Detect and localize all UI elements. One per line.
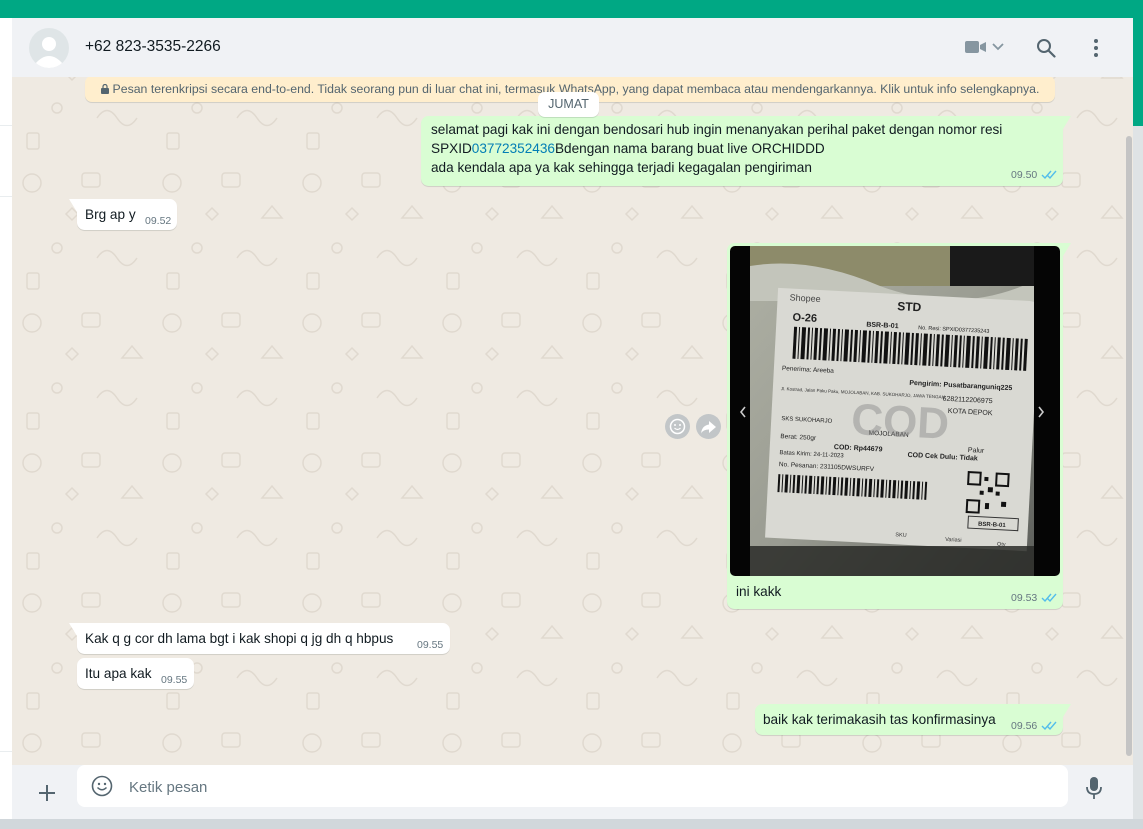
emoji-icon <box>669 418 686 435</box>
date-divider: JUMAT <box>538 92 599 117</box>
message-input[interactable] <box>127 776 1031 798</box>
contact-name[interactable]: +62 823-3535-2266 <box>85 38 221 56</box>
message-incoming[interactable]: Itu apa kak 09.55 <box>77 658 194 689</box>
message-incoming[interactable]: Brg ap y 09.52 <box>69 199 177 230</box>
menu-icon[interactable] <box>1093 38 1099 58</box>
chat-header: +62 823-3535-2266 <box>12 18 1133 77</box>
message-time: 09.52 <box>145 215 172 227</box>
message-input-box[interactable] <box>77 765 1068 807</box>
message-text: Itu apa kak <box>85 666 152 681</box>
chevron-right-icon[interactable] <box>1037 406 1045 418</box>
image-caption: ini kakk <box>736 584 782 599</box>
message-time: 09.55 <box>161 674 188 686</box>
chevron-down-icon[interactable] <box>992 43 1004 51</box>
message-text: Brg ap y <box>85 207 136 222</box>
message-outgoing[interactable]: baik kak terimakasih tas konfirmasinya 0… <box>755 704 1071 735</box>
message-text-line: selamat pagi kak ini dengan bendosari hu… <box>431 122 1003 137</box>
message-text: Kak q g cor dh lama bgt i kak shopi q jg… <box>85 631 394 646</box>
message-text: Bdengan nama barang buat live ORCHIDDD <box>554 141 825 156</box>
message-outgoing-image[interactable]: Shopee STD O-26 BSR-B-01 No. Resi: SPXID… <box>727 243 1071 609</box>
message-text: baik kak terimakasih tas konfirmasinya <box>763 712 996 727</box>
read-ticks-icon <box>1041 170 1057 180</box>
react-emoji-button[interactable] <box>665 414 690 439</box>
label-brand: Shopee <box>789 292 821 304</box>
scrollbar[interactable] <box>1126 136 1132 756</box>
label-variant: Variasi <box>945 537 962 544</box>
search-icon[interactable] <box>1036 38 1056 58</box>
chat-panel: +62 823-3535-2266 Pesan terenkripsi seca… <box>12 18 1133 819</box>
emoji-icon[interactable] <box>91 775 113 797</box>
forward-button[interactable] <box>696 414 721 439</box>
lock-icon <box>100 83 109 94</box>
bottom-strip <box>0 819 1143 829</box>
message-time: 09.50 <box>1011 169 1038 181</box>
right-edge <box>1133 126 1143 819</box>
shipping-label-photo[interactable]: Shopee STD O-26 BSR-B-01 No. Resi: SPXID… <box>730 246 1060 576</box>
label-sku: SKU <box>895 532 907 539</box>
read-ticks-icon <box>1041 721 1057 731</box>
chevron-left-icon[interactable] <box>739 406 747 418</box>
forward-icon <box>701 421 716 434</box>
message-text: SPXID <box>431 141 472 156</box>
label-cod-stamp: COD <box>850 395 950 449</box>
plus-icon[interactable] <box>37 783 57 803</box>
right-edge-green <box>1133 18 1143 126</box>
message-text-line: ada kendala apa ya kak sehingga terjadi … <box>431 160 812 175</box>
label-service: STD <box>897 299 922 314</box>
qr-code <box>965 471 1010 515</box>
package-image: Shopee STD O-26 BSR-B-01 No. Resi: SPXID… <box>750 246 1034 576</box>
read-ticks-icon <box>1041 593 1057 603</box>
tracking-number-link[interactable]: 03772352436 <box>472 141 555 156</box>
message-composer <box>12 765 1133 819</box>
label-sort-code: O-26 <box>792 312 817 325</box>
video-call-icon[interactable] <box>965 40 987 54</box>
avatar[interactable] <box>29 28 69 68</box>
message-time: 09.55 <box>417 639 444 651</box>
message-outgoing[interactable]: selamat pagi kak ini dengan bendosari hu… <box>421 116 1071 186</box>
label-destination: Palur <box>968 447 985 455</box>
message-text-line: SPXID03772352436Bdengan nama barang buat… <box>431 139 825 158</box>
message-time: 09.53 <box>1011 592 1038 604</box>
microphone-icon[interactable] <box>1086 776 1102 800</box>
app-top-band <box>0 0 1143 18</box>
message-incoming[interactable]: Kak q g cor dh lama bgt i kak shopi q jg… <box>69 623 450 654</box>
message-time: 09.56 <box>1011 720 1038 732</box>
